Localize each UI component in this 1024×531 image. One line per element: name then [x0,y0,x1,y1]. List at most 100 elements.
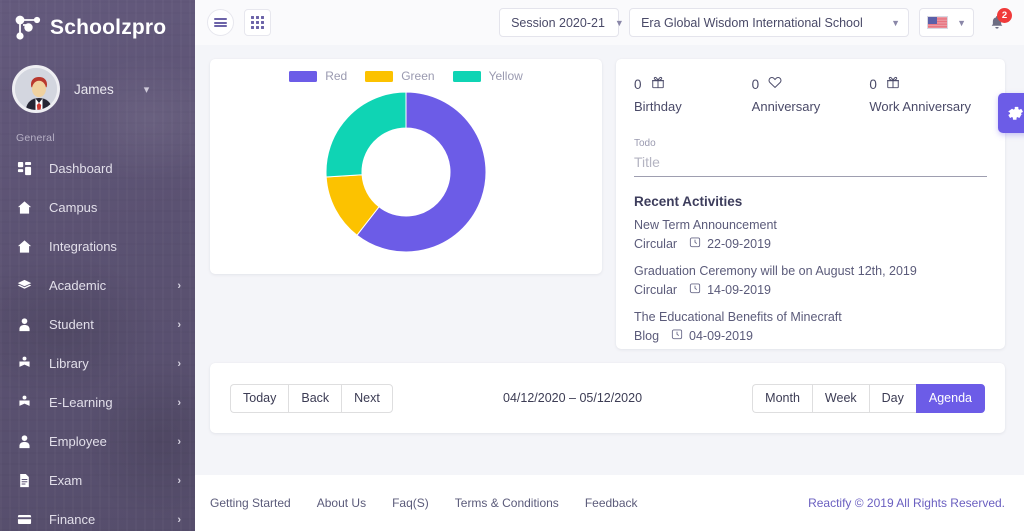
user-icon [16,434,33,449]
chevron-right-icon: › [177,435,181,448]
legend-swatch [365,70,394,82]
activity-type: Circular [634,237,678,252]
activity-item[interactable]: The Educational Benefits of Minecraft Blo… [634,308,987,347]
school-select-value: Era Global Wisdom International School [641,15,863,30]
sidebar-item-dashboard[interactable]: Dashboard [0,149,195,188]
sidebar-item-academic[interactable]: Academic › [0,266,195,305]
sidebar-item-e-learning[interactable]: E-Learning › [0,383,195,422]
activity-item[interactable]: New Term Announcement Circular 22-09-2019 [634,216,987,255]
profile[interactable]: James ▾ [0,56,195,113]
app-root: Schoolzpro James ▾ General Dashboard Cam… [0,0,1024,531]
books-stack-icon [16,278,33,293]
legend-item[interactable]: Green [365,69,435,83]
topbar: Session 2020-21 ▼ Era Global Wisdom Inte… [195,0,1024,45]
sidebar: Schoolzpro James ▾ General Dashboard Cam… [0,0,195,531]
apps-grid-dots [251,16,264,29]
us-flag-icon [927,16,949,29]
session-select[interactable]: Session 2020-21 ▼ [499,8,624,37]
hamburger-bars [214,17,227,29]
calendar-back-button[interactable]: Back [288,383,342,413]
content: Red Green Yellow 0 Birthday 0 Anniversary 0 Wor… [195,45,1024,457]
stat-top: 0 [752,75,870,94]
activity-title: New Term Announcement [634,218,777,232]
calendar-view-week[interactable]: Week [811,383,869,413]
heart-icon [768,75,782,94]
sidebar-item-label: Library [49,356,89,371]
brand-name: Schoolzpro [50,16,167,39]
stat-count: 0 [634,77,642,92]
sidebar-item-campus[interactable]: Campus [0,188,195,227]
legend-label: Green [401,69,435,83]
chevron-down-icon: ▼ [957,17,966,28]
chevron-right-icon: › [177,474,181,487]
activity-type: Blog [634,328,660,343]
hamburger-menu-icon[interactable] [207,9,234,36]
overview-card: 0 Birthday 0 Anniversary 0 Work Anniversary T… [616,59,1024,349]
schoolzpro-logo-icon [14,13,44,43]
sidebar-item-finance[interactable]: Finance › [0,500,195,531]
chevron-right-icon: › [177,318,181,331]
calendar-today-button[interactable]: Today [230,383,289,413]
footer-link[interactable]: Terms & Conditions [455,496,559,510]
activity-item[interactable]: Graduation Ceremony will be on August 12… [634,262,987,301]
sidebar-item-student[interactable]: Student › [0,305,195,344]
settings-panel-toggle[interactable] [998,93,1024,133]
calendar-view-day[interactable]: Day [868,383,916,413]
calendar-next-button[interactable]: Next [341,383,393,413]
sidebar-item-library[interactable]: Library › [0,344,195,383]
user-icon [16,317,33,332]
stat-label: Birthday [634,99,682,114]
activity-meta: Circular 14-09-2019 [634,281,987,300]
activity-date-wrap: 14-09-2019 [689,281,771,300]
donut-chart[interactable] [321,87,491,257]
calendar-date-range: 04/12/2020 – 05/12/2020 [503,391,643,405]
calendar-view-agenda[interactable]: Agenda [915,383,985,413]
activity-date: 22-09-2019 [707,237,772,252]
brand[interactable]: Schoolzpro [0,0,195,56]
clock-icon [671,327,683,346]
footer-link[interactable]: Getting Started [210,496,291,510]
gift-icon [886,75,900,94]
stat-count: 0 [751,77,760,92]
legend-item[interactable]: Yellow [452,69,523,83]
todo-label: Todo [634,138,656,149]
stat-birthday: 0 Birthday [634,75,752,114]
calendar-view-group: Month Week Day Agenda [752,383,985,413]
main-area: Session 2020-21 ▼ Era Global Wisdom Inte… [195,0,1024,531]
legend-swatch [452,70,481,82]
sidebar-nav: Dashboard Campus Integrations Academic › Stud… [0,149,195,531]
chevron-right-icon: › [177,357,181,370]
sidebar-item-integrations[interactable]: Integrations [0,227,195,266]
legend-item[interactable]: Red [289,69,347,83]
footer-link[interactable]: About Us [317,496,366,510]
activity-meta: Circular 22-09-2019 [634,235,987,254]
profile-name: James [74,81,114,97]
chevron-down-icon: ▼ [614,17,624,28]
stat-count: 0 [869,77,877,92]
school-select[interactable]: Era Global Wisdom International School ▼ [629,8,910,37]
clock-icon [689,281,701,300]
stats-row: 0 Birthday 0 Anniversary 0 Work Anniversary [634,75,987,114]
sidebar-item-label: Exam [49,473,83,488]
notifications-button[interactable]: 2 [984,7,1012,37]
credit-card-icon [16,512,33,527]
stat-top: 0 [634,75,752,94]
todo-title-input[interactable] [634,149,987,177]
language-select[interactable]: ▼ [919,8,974,37]
activity-date-wrap: 22-09-2019 [689,235,771,254]
chevron-right-icon: › [177,279,181,292]
home-icon [16,239,33,254]
chevron-right-icon: › [177,513,181,526]
sidebar-item-employee[interactable]: Employee › [0,422,195,461]
calendar-view-month[interactable]: Month [752,383,812,413]
stat-top: 0 [869,75,987,94]
notification-badge: 2 [997,7,1012,23]
apps-grid-icon[interactable] [244,9,271,36]
donut-slice-yellow[interactable] [325,91,407,178]
footer-link[interactable]: Faq(S) [392,496,429,510]
chevron-right-icon: › [177,396,181,409]
footer-link[interactable]: Feedback [585,496,638,510]
sidebar-item-exam[interactable]: Exam › [0,461,195,500]
footer-copyright: Reactify © 2019 All Rights Reserved. [808,496,1005,510]
session-select-value: Session 2020-21 [511,15,605,30]
